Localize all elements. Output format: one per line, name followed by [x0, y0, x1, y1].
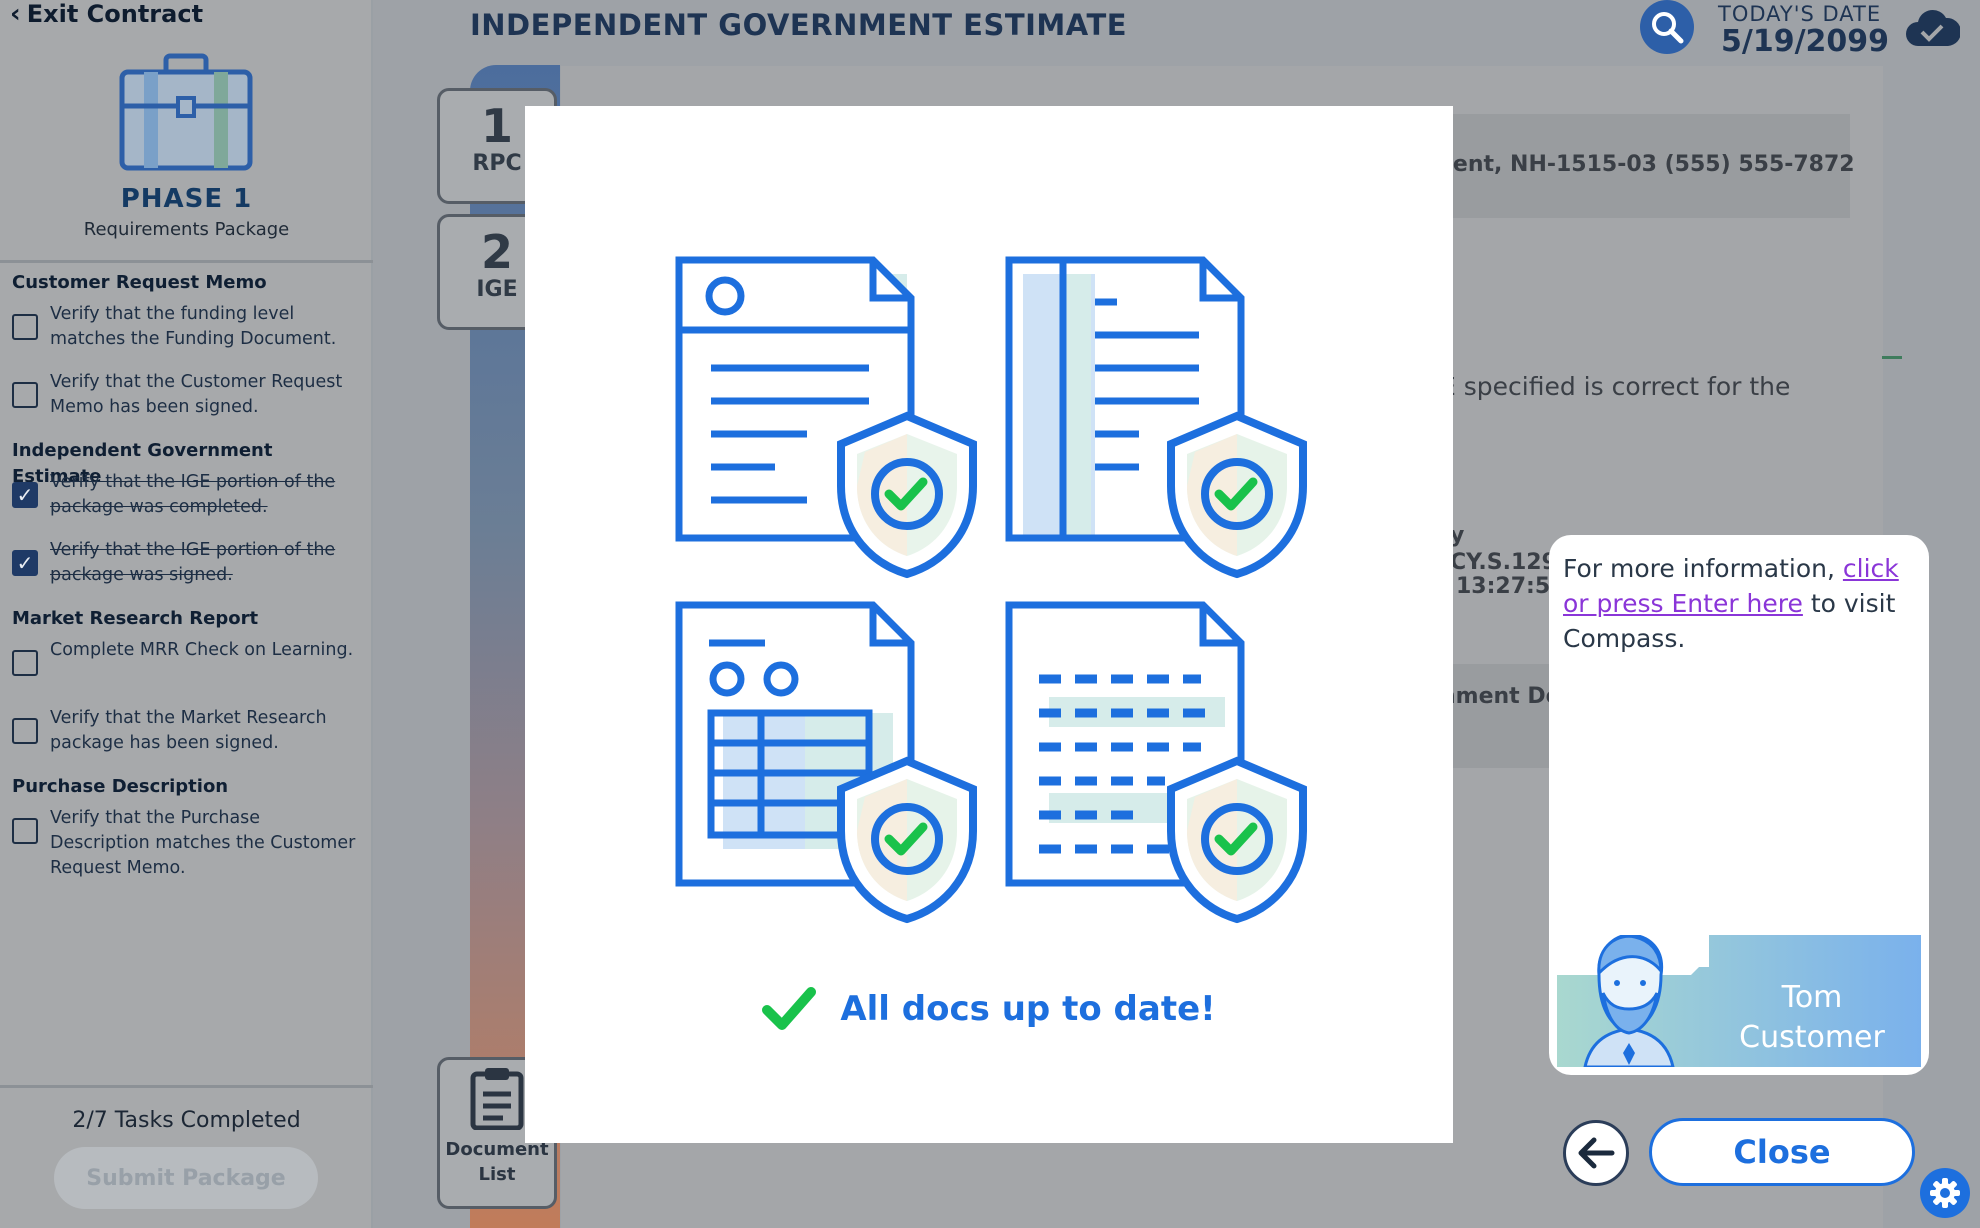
help-text: For more information, click or press Ent…: [1563, 551, 1915, 656]
search-button[interactable]: [1640, 0, 1694, 54]
verified-estimate-icon: [675, 601, 977, 924]
divider: [1882, 356, 1902, 359]
task-item[interactable]: Verify that the Purchase Description mat…: [12, 806, 362, 881]
briefcase-icon: [119, 53, 253, 171]
task-item[interactable]: Verify that the funding level matches th…: [12, 302, 362, 352]
chevron-left-icon: ‹: [10, 0, 21, 29]
section-title: Customer Request Memo: [12, 272, 267, 293]
contact-text: ment, NH-1515-03 (555) 555-7872: [1430, 152, 1855, 177]
task-item[interactable]: Verify that the Market Research package …: [12, 706, 362, 756]
arrow-left-icon: [1578, 1137, 1615, 1169]
task-text: Verify that the IGE portion of the packa…: [50, 472, 336, 517]
section-title: Independent Government Estimate: [12, 440, 273, 487]
section-title: Market Research Report: [12, 608, 259, 629]
settings-button[interactable]: [1920, 1168, 1970, 1218]
advisor-name: Tom Customer: [1707, 978, 1917, 1058]
page-title: INDEPENDENT GOVERNMENT ESTIMATE: [470, 8, 1128, 42]
search-icon: [1652, 12, 1684, 44]
task-progress: 2/7 Tasks Completed: [72, 1108, 301, 1133]
verified-memo-icon: [675, 256, 977, 579]
document-text: nment Do: [1440, 684, 1561, 709]
checkbox-checked[interactable]: ✓: [12, 550, 38, 576]
date-value: 5/19/2099: [1721, 24, 1890, 59]
task-item[interactable]: Complete MRR Check on Learning.: [12, 638, 362, 688]
back-button[interactable]: [1563, 1120, 1629, 1186]
document-list-label: List: [478, 1164, 516, 1185]
divider: [0, 260, 373, 263]
date-label: TODAY'S DATE: [1718, 2, 1882, 26]
task-text: Verify that the IGE portion of the packa…: [50, 540, 336, 585]
status-message: All docs up to date!: [840, 989, 1216, 1029]
task-item[interactable]: ✓ Verify that the IGE portion of the pack…: [12, 470, 362, 520]
verified-list-icon: [1005, 601, 1307, 924]
checkbox-checked[interactable]: ✓: [12, 482, 38, 508]
cloud-saved-icon: [1906, 9, 1960, 46]
exit-contract-link[interactable]: ‹ Exit Contract: [10, 0, 203, 28]
task-list: Customer Request Memo Verify that the fu…: [12, 270, 362, 899]
verified-report-icon: [1005, 256, 1307, 579]
clipboard-icon: [470, 1068, 524, 1131]
checkbox[interactable]: [12, 818, 38, 844]
checkbox[interactable]: [12, 650, 38, 676]
task-text: Verify that the Market Research package …: [50, 708, 327, 753]
help-prefix: For more information,: [1563, 554, 1843, 583]
task-item[interactable]: ✓ Verify that the IGE portion of the pack…: [12, 538, 362, 588]
checkbox[interactable]: [12, 718, 38, 744]
close-button[interactable]: Close: [1649, 1118, 1915, 1186]
submit-package-button[interactable]: Submit Package: [54, 1147, 318, 1209]
checkbox[interactable]: [12, 314, 38, 340]
task-text: Verify that the funding level matches th…: [50, 304, 337, 349]
advisor-last-name: Customer: [1739, 1020, 1885, 1055]
document-text: E specified is correct for the: [1440, 372, 1791, 401]
phase-title: PHASE 1: [120, 184, 253, 214]
help-bubble: For more information, click or press Ent…: [1549, 535, 1929, 1075]
divider: [0, 1085, 373, 1088]
exit-contract-label: Exit Contract: [26, 0, 204, 28]
phase-subtitle: Requirements Package: [83, 219, 290, 240]
task-item[interactable]: Verify that the Customer Request Memo ha…: [12, 370, 362, 420]
task-text: Verify that the Purchase Description mat…: [50, 808, 356, 878]
docs-status-modal: All docs up to date!: [525, 106, 1453, 1143]
task-text: Complete MRR Check on Learning.: [50, 640, 354, 660]
check-icon: [762, 987, 817, 1030]
status-row: All docs up to date!: [525, 986, 1453, 1032]
section-title: Purchase Description: [12, 776, 229, 797]
document-text: CY.S.129: [1450, 550, 1557, 575]
advisor-first-name: Tom: [1781, 980, 1843, 1015]
checkbox[interactable]: [12, 382, 38, 408]
task-sidebar: ‹ Exit Contract PHASE 1 Requirements Pac…: [0, 0, 373, 1228]
document-icon-grid: [675, 256, 1335, 946]
gear-icon: [1930, 1178, 1960, 1208]
task-text: Verify that the Customer Request Memo ha…: [50, 372, 343, 417]
